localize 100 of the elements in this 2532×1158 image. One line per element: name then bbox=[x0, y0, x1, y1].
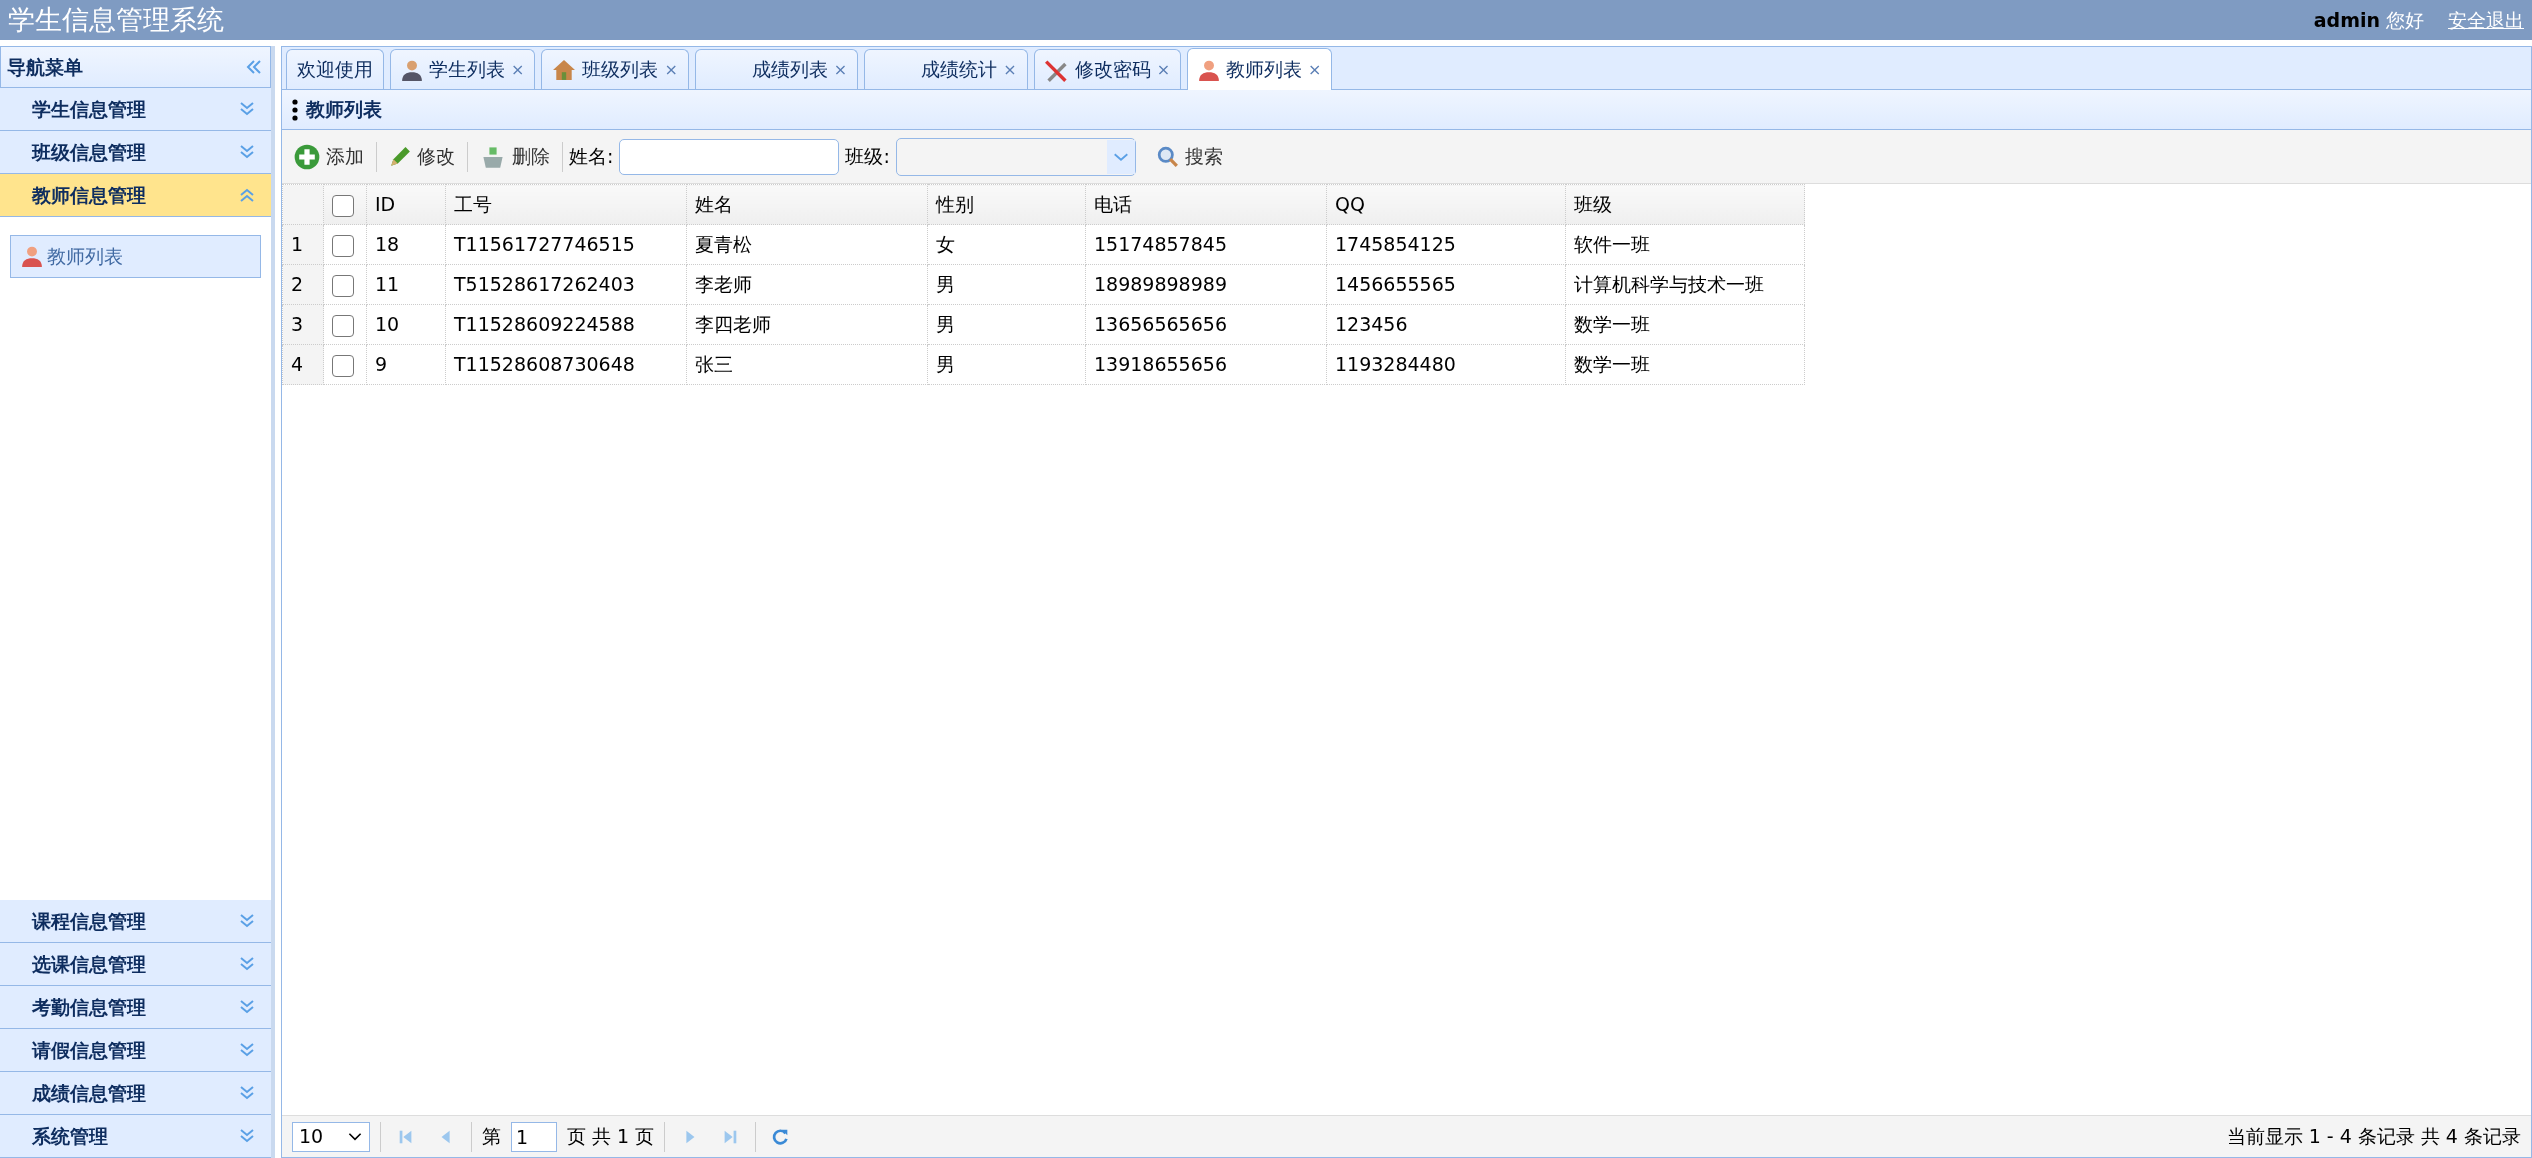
page-summary: 当前显示 1 - 4 条记录 共 4 条记录 bbox=[2226, 1124, 2521, 1150]
panel-title: 教师列表 bbox=[306, 97, 382, 123]
table-cell: 123456 bbox=[1326, 304, 1566, 345]
table-cell: 张三 bbox=[686, 344, 928, 385]
accordion-title: 成绩信息管理 bbox=[32, 1080, 146, 1106]
table-cell: 15174857845 bbox=[1085, 224, 1327, 265]
table-cell: 1456655565 bbox=[1326, 264, 1566, 305]
table-cell: 数学一班 bbox=[1565, 304, 1805, 345]
table-cell: 数学一班 bbox=[1565, 344, 1805, 385]
table-cell: 9 bbox=[366, 344, 446, 385]
checkbox[interactable] bbox=[332, 354, 354, 377]
close-icon[interactable]: × bbox=[1003, 57, 1017, 82]
table-cell: 女 bbox=[927, 224, 1086, 265]
table-cell: 1193284480 bbox=[1326, 344, 1566, 385]
table-cell: 13918655656 bbox=[1085, 344, 1327, 385]
search-icon bbox=[1157, 145, 1180, 168]
house-icon bbox=[552, 58, 577, 81]
page-label: 第 bbox=[482, 1124, 501, 1150]
tab[interactable]: 成绩统计 × bbox=[864, 49, 1028, 89]
toolbar-button[interactable]: 修改 bbox=[383, 140, 461, 173]
checkbox[interactable] bbox=[332, 194, 354, 217]
column-header: QQ bbox=[1326, 184, 1566, 225]
toolbar-button[interactable]: 删除 bbox=[474, 140, 556, 173]
row-number: 3 bbox=[282, 304, 324, 345]
checkbox[interactable] bbox=[332, 274, 354, 297]
checkbox[interactable] bbox=[332, 314, 354, 337]
table-cell: 11 bbox=[366, 264, 446, 305]
table-cell: 1745854125 bbox=[1326, 224, 1566, 265]
accordion-title: 教师信息管理 bbox=[32, 182, 146, 208]
accordion-header[interactable]: 教师信息管理 bbox=[0, 174, 271, 217]
tab[interactable]: 修改密码 × bbox=[1033, 49, 1182, 89]
pencil-icon bbox=[389, 145, 411, 168]
accordion-title: 课程信息管理 bbox=[32, 908, 146, 934]
table-cell: 18989898989 bbox=[1085, 264, 1327, 305]
row-number: 1 bbox=[282, 224, 324, 265]
tab[interactable]: 教师列表 × bbox=[1187, 48, 1333, 90]
row-number: 2 bbox=[282, 264, 324, 305]
table-cell: 13656565656 bbox=[1085, 304, 1327, 345]
column-header: ID bbox=[366, 184, 446, 225]
accordion-header[interactable]: 请假信息管理 bbox=[0, 1029, 271, 1072]
more-icon bbox=[292, 98, 298, 121]
accordion-title: 班级信息管理 bbox=[32, 139, 146, 165]
table-cell: T11528609224588 bbox=[445, 304, 687, 345]
table-cell: 男 bbox=[927, 344, 1086, 385]
close-icon[interactable]: × bbox=[511, 57, 525, 82]
accordion-title: 学生信息管理 bbox=[32, 96, 146, 122]
accordion-title: 考勤信息管理 bbox=[32, 994, 146, 1020]
accordion-title: 选课信息管理 bbox=[32, 951, 146, 977]
table-cell: T11561727746515 bbox=[445, 224, 687, 265]
accordion-title: 系统管理 bbox=[32, 1123, 108, 1149]
close-icon[interactable]: × bbox=[664, 57, 678, 82]
class-select[interactable] bbox=[895, 137, 1136, 176]
greeting: 您好 bbox=[2386, 7, 2424, 33]
toolbar-button[interactable]: 添加 bbox=[288, 140, 370, 173]
person-icon bbox=[401, 58, 423, 81]
app-title: 学生信息管理系统 bbox=[8, 2, 224, 37]
table-cell: 男 bbox=[927, 264, 1086, 305]
table-cell: 夏青松 bbox=[686, 224, 928, 265]
tab[interactable]: 成绩列表 × bbox=[694, 49, 859, 89]
table-cell: 李老师 bbox=[686, 264, 928, 305]
column-header: 班级 bbox=[1565, 184, 1805, 225]
accordion-header[interactable]: 系统管理 bbox=[0, 1115, 271, 1158]
close-icon[interactable]: × bbox=[1156, 57, 1171, 82]
table-cell: 10 bbox=[366, 304, 446, 345]
field-label: 班级: bbox=[845, 144, 890, 170]
table-cell: 李四老师 bbox=[686, 304, 928, 345]
accordion-header[interactable]: 学生信息管理 bbox=[0, 88, 271, 131]
row-number: 4 bbox=[282, 344, 324, 385]
page-size-select[interactable]: 10 bbox=[292, 1121, 370, 1152]
menu-item[interactable]: 教师列表 bbox=[10, 235, 261, 278]
tools-icon bbox=[1044, 57, 1069, 82]
sidebar-title: 导航菜单 bbox=[7, 54, 83, 80]
table-cell: 计算机科学与技术一班 bbox=[1565, 264, 1805, 305]
search-button[interactable]: 搜索 bbox=[1151, 140, 1230, 173]
accordion-header[interactable]: 选课信息管理 bbox=[0, 943, 271, 986]
username: admin bbox=[2313, 7, 2380, 33]
table-cell: T51528617262403 bbox=[445, 264, 687, 305]
page-input[interactable]: 1 bbox=[511, 1121, 557, 1152]
table-cell: T11528608730648 bbox=[445, 344, 687, 385]
close-icon[interactable]: × bbox=[1308, 57, 1322, 82]
tab[interactable]: 学生列表 × bbox=[390, 49, 536, 89]
field-label: 姓名: bbox=[569, 144, 614, 170]
accordion-header[interactable]: 考勤信息管理 bbox=[0, 986, 271, 1029]
column-header: 性别 bbox=[927, 184, 1086, 225]
checkbox[interactable] bbox=[332, 234, 354, 257]
page-label: 页 共 1 页 bbox=[567, 1124, 655, 1150]
tab[interactable]: 班级列表 × bbox=[541, 49, 689, 89]
accordion-header[interactable]: 成绩信息管理 bbox=[0, 1072, 271, 1115]
column-header: 姓名 bbox=[686, 184, 928, 225]
accordion-header[interactable]: 课程信息管理 bbox=[0, 900, 271, 943]
tab[interactable]: 欢迎使用 bbox=[286, 49, 384, 89]
name-input[interactable] bbox=[619, 138, 840, 175]
table-cell: 男 bbox=[927, 304, 1086, 345]
close-icon[interactable]: × bbox=[833, 57, 848, 82]
refresh-icon[interactable] bbox=[772, 1127, 791, 1146]
table-cell: 18 bbox=[366, 224, 446, 265]
plus-icon bbox=[294, 143, 320, 170]
accordion-header[interactable]: 班级信息管理 bbox=[0, 131, 271, 174]
table-cell: 软件一班 bbox=[1565, 224, 1805, 265]
column-header: 电话 bbox=[1085, 184, 1327, 225]
